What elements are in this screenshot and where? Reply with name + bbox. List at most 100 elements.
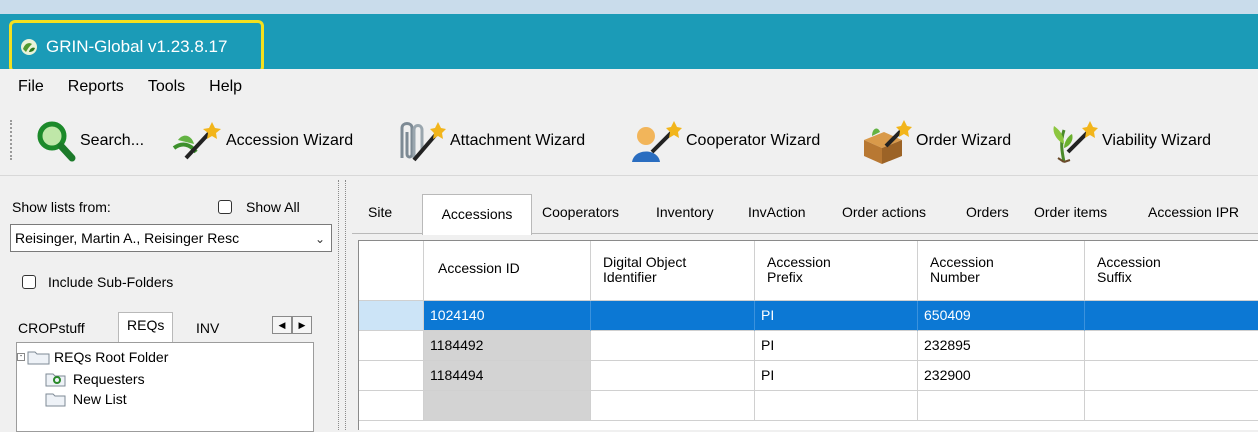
row-header-corner	[359, 241, 424, 301]
table-cell[interactable]: 232895	[918, 331, 1085, 361]
attachment-wizard-label: Attachment Wizard	[450, 132, 586, 149]
column-header-label: Suffix	[1097, 269, 1132, 285]
menu-tools[interactable]: Tools	[140, 74, 193, 100]
panel-splitter[interactable]	[338, 180, 346, 430]
tab-reqs[interactable]: REQs	[118, 312, 174, 342]
tree-expander-icon[interactable]: -	[17, 353, 25, 361]
menu-reports[interactable]: Reports	[60, 74, 132, 100]
dataview-tabs: Site Accessions Cooperators Inventory In…	[352, 194, 1258, 235]
column-header-label: Accession ID	[438, 260, 520, 276]
order-wizard-button[interactable]: Order Wizard	[858, 116, 1011, 166]
column-header-accession-number[interactable]: Accession Number	[918, 241, 1085, 301]
column-header-accession-suffix[interactable]: Accession Suffix	[1085, 241, 1258, 301]
column-header-label: Number	[930, 269, 980, 285]
table-cell[interactable]	[1085, 331, 1258, 361]
table-cell[interactable]: PI	[755, 331, 918, 361]
tab-inventory[interactable]: Inventory	[656, 204, 714, 220]
show-all-checkbox[interactable]	[218, 200, 232, 214]
accessions-grid: Accession ID Digital Object Identifier A…	[358, 240, 1258, 430]
folder-icon	[45, 393, 66, 407]
table-cell[interactable]	[424, 391, 591, 421]
table-cell[interactable]	[1085, 361, 1258, 391]
accession-wizard-button[interactable]: Accession Wizard	[168, 116, 353, 166]
column-header-doi[interactable]: Digital Object Identifier	[591, 241, 755, 301]
column-header-accession-prefix[interactable]: Accession Prefix	[755, 241, 918, 301]
app-logo-icon	[21, 38, 37, 55]
order-wizard-icon	[864, 120, 912, 164]
include-subfolders-label: Include Sub-Folders	[48, 274, 174, 290]
column-header-label: Accession	[930, 254, 994, 270]
column-header-label: Accession	[1097, 254, 1161, 270]
table-cell[interactable]: 650409	[918, 301, 1085, 331]
tab-order-actions[interactable]: Order actions	[842, 204, 926, 220]
app-title: GRIN-Global v1.23.8.17	[46, 36, 228, 56]
search-button-label: Search...	[80, 132, 145, 149]
cooperator-wizard-button[interactable]: Cooperator Wizard	[628, 116, 820, 166]
tab-orders[interactable]: Orders	[966, 204, 1009, 220]
table-cell[interactable]: PI	[755, 301, 918, 331]
table-cell[interactable]	[1085, 391, 1258, 421]
menu-help[interactable]: Help	[201, 74, 250, 100]
cooperator-wizard-label: Cooperator Wizard	[686, 132, 821, 149]
column-header-accession-id[interactable]: Accession ID	[424, 241, 591, 301]
viability-wizard-button[interactable]: Viability Wizard	[1044, 116, 1211, 166]
row-header[interactable]	[359, 361, 424, 391]
table-cell[interactable]	[1085, 301, 1258, 331]
order-wizard-label: Order Wizard	[916, 132, 1012, 149]
search-button[interactable]: Search...	[36, 116, 144, 166]
tab-site[interactable]: Site	[368, 204, 392, 220]
include-subfolders-checkbox[interactable]	[22, 275, 36, 289]
tree-item-label: Requesters	[73, 371, 145, 387]
table-cell[interactable]	[918, 391, 1085, 421]
owner-select[interactable]: Reisinger, Martin A., Reisinger Resc ⌄	[10, 224, 332, 252]
tab-scroll-buttons: ◀ ▶	[272, 316, 312, 334]
title-highlight-box: GRIN-Global v1.23.8.17	[9, 20, 264, 73]
tree-item-label: New List	[73, 391, 127, 407]
column-header-label: Identifier	[603, 269, 657, 285]
tab-accessions[interactable]: Accessions	[422, 194, 532, 235]
screen-top-strip	[0, 0, 1258, 14]
table-cell[interactable]: 1184492	[424, 331, 591, 361]
table-cell[interactable]	[591, 361, 755, 391]
tab-cooperators[interactable]: Cooperators	[542, 204, 619, 220]
search-icon	[37, 121, 76, 162]
tree-item-label: REQs Root Folder	[54, 349, 169, 365]
table-cell[interactable]: 1024140	[424, 301, 591, 331]
tab-order-items[interactable]: Order items	[1034, 204, 1107, 220]
show-lists-label: Show lists from:	[12, 199, 111, 215]
folder-icon	[27, 351, 50, 365]
tab-accession-ipr[interactable]: Accession IPR	[1148, 204, 1239, 220]
table-cell[interactable]: PI	[755, 361, 918, 391]
menu-file[interactable]: File	[10, 74, 52, 100]
table-cell[interactable]	[591, 301, 755, 331]
accession-wizard-label: Accession Wizard	[226, 132, 354, 149]
cooperator-wizard-icon	[632, 121, 682, 162]
tab-invaction[interactable]: InvAction	[748, 204, 806, 220]
tab-scroll-left-icon[interactable]: ◀	[272, 316, 292, 334]
column-header-label: Digital Object	[603, 254, 687, 270]
folder-tree: - REQs Root Folder Requesters New List	[16, 342, 314, 432]
tab-scroll-right-icon[interactable]: ▶	[292, 316, 312, 334]
viability-wizard-icon	[1053, 121, 1098, 163]
row-header[interactable]	[359, 331, 424, 361]
column-header-label: Accession	[767, 254, 831, 270]
attachment-wizard-button[interactable]: Attachment Wizard	[392, 116, 585, 166]
show-all-label: Show All	[246, 199, 300, 215]
toolbar-grip[interactable]	[10, 120, 12, 160]
attachment-wizard-icon	[400, 122, 446, 162]
row-header[interactable]	[359, 301, 424, 331]
table-cell[interactable]	[591, 391, 755, 421]
toolbar: Search... Accession Wizard Attachment Wi…	[0, 106, 1258, 176]
tree-item-new-list[interactable]: New List	[45, 389, 127, 409]
table-cell[interactable]	[591, 331, 755, 361]
table-cell[interactable]: 1184494	[424, 361, 591, 391]
chevron-down-icon[interactable]: ⌄	[315, 232, 325, 246]
tree-item-requesters[interactable]: Requesters	[45, 369, 145, 389]
tree-item-root[interactable]: - REQs Root Folder	[17, 347, 168, 367]
table-cell[interactable]: 232900	[918, 361, 1085, 391]
tab-inv[interactable]: INV	[188, 316, 227, 340]
table-cell[interactable]	[755, 391, 918, 421]
viability-wizard-label: Viability Wizard	[1102, 132, 1212, 149]
row-header[interactable]	[359, 391, 424, 421]
tab-cropstuff[interactable]: CROPstuff	[10, 316, 93, 340]
